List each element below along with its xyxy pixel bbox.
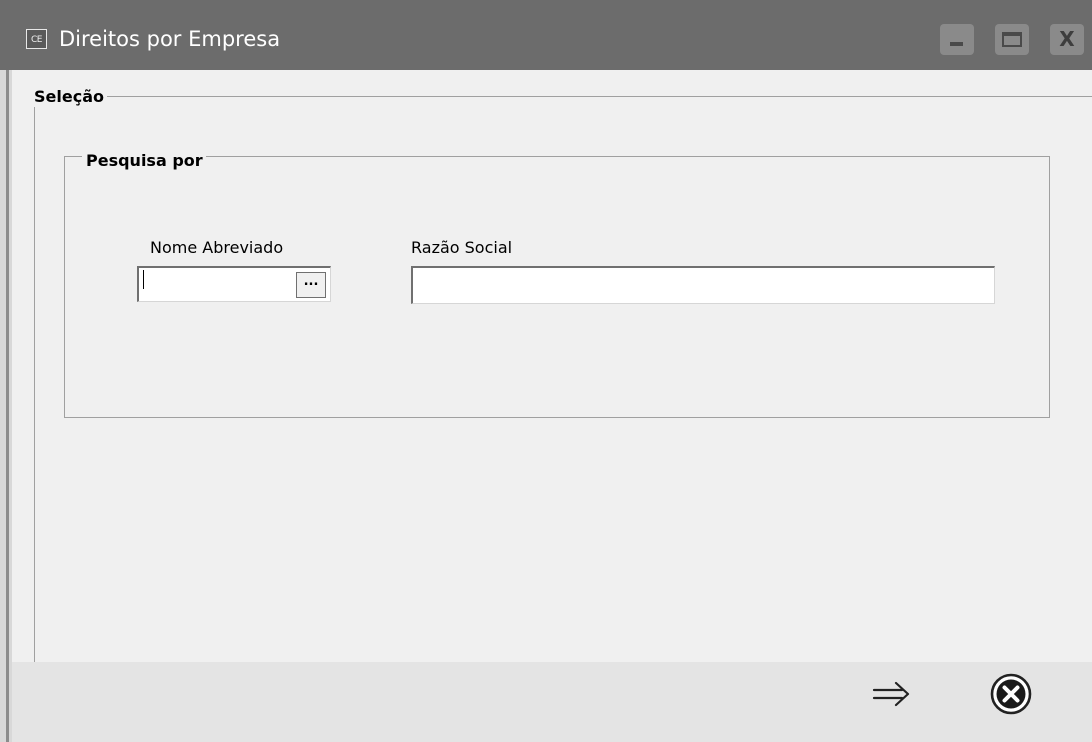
short-name-label: Nome Abreviado [150, 238, 284, 257]
title-bar[interactable]: CE Direitos por Empresa X [0, 0, 1092, 70]
arrow-right-icon [872, 681, 910, 707]
footer-bar [12, 662, 1092, 742]
close-circle-icon [990, 673, 1032, 715]
window-title: Direitos por Empresa [59, 27, 281, 51]
confirm-button[interactable] [860, 664, 920, 724]
minimize-button[interactable] [940, 24, 974, 55]
maximize-icon [1002, 32, 1022, 47]
selection-group-label: Seleção [33, 87, 107, 107]
cancel-button[interactable] [981, 664, 1041, 724]
short-name-lookup-button[interactable]: ... [296, 272, 326, 298]
minimize-icon [950, 42, 963, 46]
close-icon: X [1059, 27, 1075, 51]
main-window: CE Direitos por Empresa X Seleção Pesqui… [0, 0, 1092, 742]
window-left-border-line [6, 70, 9, 742]
close-button[interactable]: X [1050, 24, 1084, 55]
maximize-button[interactable] [995, 24, 1029, 55]
company-name-label: Razão Social [411, 238, 513, 257]
text-cursor [143, 270, 144, 289]
app-icon: CE [26, 29, 47, 49]
company-name-input[interactable] [411, 266, 995, 304]
search-group-label: Pesquisa por [82, 151, 206, 171]
